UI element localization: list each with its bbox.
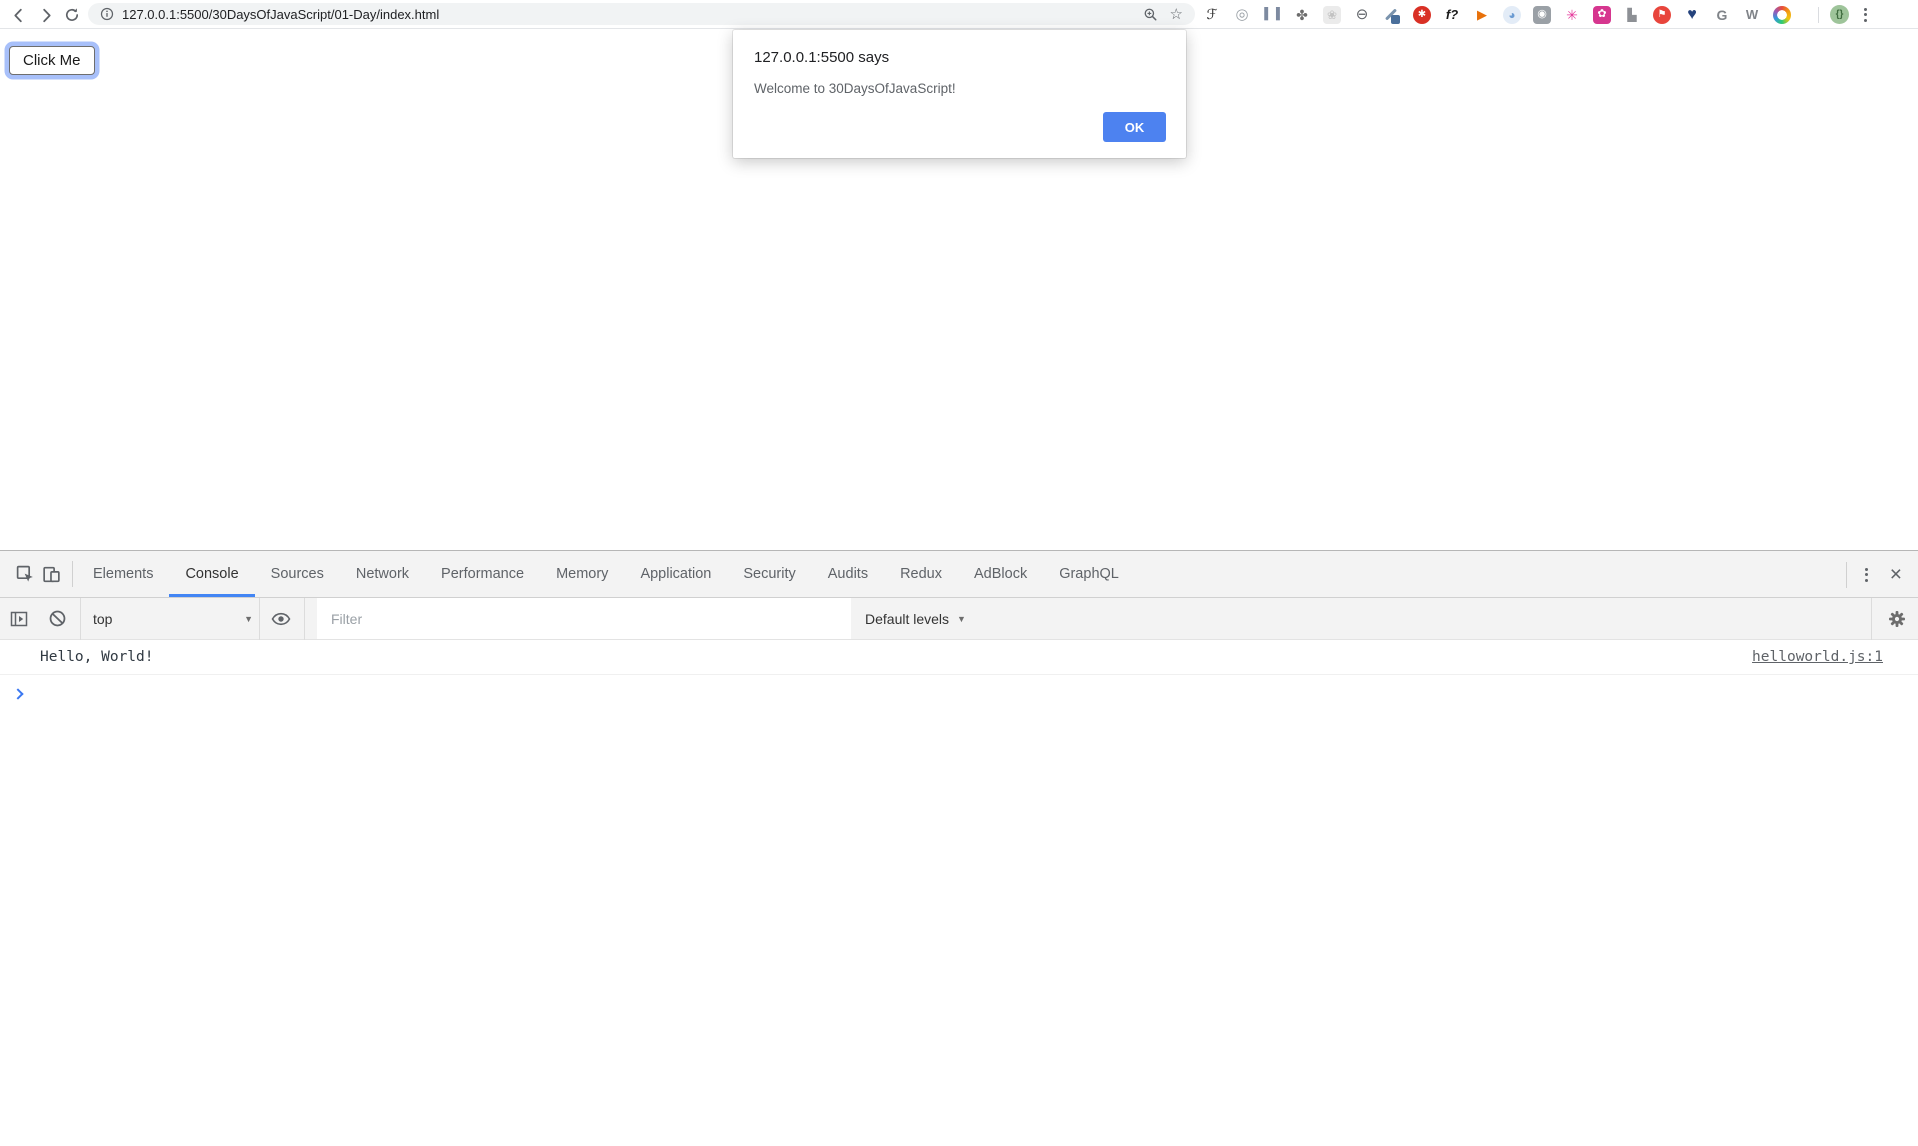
chevron-down-icon: ▼ — [244, 614, 259, 624]
tab-graphql[interactable]: GraphQL — [1043, 551, 1135, 597]
back-button[interactable] — [6, 3, 30, 27]
gear-icon — [1887, 609, 1907, 629]
reload-button[interactable] — [60, 3, 84, 27]
toolbar-separator — [80, 598, 81, 640]
devtools-menu-kebab-icon[interactable] — [1861, 564, 1872, 586]
lens-extension-icon[interactable]: ◎ — [1233, 6, 1251, 24]
wave-ring-extension-icon[interactable]: W — [1743, 6, 1761, 24]
tab-redux[interactable]: Redux — [884, 551, 958, 597]
console-filter-input[interactable] — [317, 598, 851, 639]
profile-area: {} — [1818, 0, 1871, 29]
inspect-element-button[interactable] — [12, 561, 38, 587]
log-levels-label: Default levels — [865, 611, 949, 627]
g-ring-extension-icon[interactable]: G — [1713, 6, 1731, 24]
address-bar[interactable]: 127.0.0.1:5500/30DaysOfJavaScript/01-Day… — [88, 3, 1195, 25]
paren-circle-extension-icon[interactable]: ⊖ — [1353, 6, 1371, 24]
rainbow-ring-extension-icon[interactable] — [1773, 6, 1791, 24]
browser-toolbar: 127.0.0.1:5500/30DaysOfJavaScript/01-Day… — [0, 0, 1918, 29]
filter-field-region — [317, 598, 851, 639]
bookmark-star-icon[interactable]: ☆ — [1170, 7, 1183, 22]
devtools-close-icon[interactable]: × — [1886, 564, 1906, 585]
sidebar-play-icon — [9, 609, 29, 629]
flower-grid-extension-icon[interactable]: ❀ — [1323, 6, 1341, 24]
click-me-button[interactable]: Click Me — [9, 46, 95, 75]
tab-adblock[interactable]: AdBlock — [958, 551, 1043, 597]
reload-icon — [64, 7, 80, 23]
toolbar-separator — [1818, 7, 1819, 23]
tab-audits[interactable]: Audits — [812, 551, 884, 597]
tab-security[interactable]: Security — [727, 551, 811, 597]
extensions-row: ℱ ◎ ▌▐ ✤ ❀ ⊖ ✱ f? ▶ ◕ ◉ ✳ ✿ ▙ ⚑ ♥ GW — [1203, 0, 1791, 29]
profile-avatar[interactable]: {} — [1830, 5, 1849, 24]
forward-button[interactable] — [34, 3, 58, 27]
device-icon — [41, 564, 62, 585]
clear-console-button[interactable] — [44, 606, 70, 632]
back-icon — [10, 7, 27, 24]
f-question-extension-icon[interactable]: f? — [1443, 6, 1461, 24]
swirl-extension-icon[interactable]: ◕ — [1503, 6, 1521, 24]
toolbar-separator — [259, 598, 260, 640]
eye-icon — [271, 612, 291, 626]
context-label: top — [93, 611, 112, 627]
stop-hand-extension-icon[interactable]: ✱ — [1413, 6, 1431, 24]
toolbar-separator — [304, 598, 305, 640]
url-text[interactable]: 127.0.0.1:5500/30DaysOfJavaScript/01-Day… — [122, 7, 1143, 22]
info-icon[interactable] — [100, 7, 114, 21]
tab-application[interactable]: Application — [624, 551, 727, 597]
tabbar-separator — [72, 561, 73, 587]
bug-extension-icon[interactable]: ✤ — [1293, 6, 1311, 24]
devtools-tabs: Elements Console Sources Network Perform… — [77, 551, 1135, 597]
bookmark-extension-icon[interactable]: ⚑ — [1653, 6, 1671, 24]
inspect-cursor-icon — [15, 564, 36, 585]
console-message-text: Hello, World! — [40, 649, 154, 665]
tab-network[interactable]: Network — [340, 551, 425, 597]
alert-dialog: 127.0.0.1:5500 says Welcome to 30DaysOfJ… — [733, 30, 1186, 158]
alert-message: Welcome to 30DaysOfJavaScript! — [754, 81, 1162, 96]
tab-performance[interactable]: Performance — [425, 551, 540, 597]
alert-ok-button[interactable]: OK — [1103, 112, 1166, 142]
prompt-chevron-icon — [12, 688, 23, 699]
megaphone-extension-icon[interactable]: ▶ — [1473, 6, 1491, 24]
block-icon — [48, 609, 67, 628]
script-f-extension-icon[interactable]: ℱ — [1203, 6, 1221, 24]
atom-extension-icon[interactable]: ✳ — [1563, 6, 1581, 24]
tab-elements[interactable]: Elements — [77, 551, 169, 597]
forward-icon — [38, 7, 55, 24]
tab-sources[interactable]: Sources — [255, 551, 340, 597]
corner-blocks-extension-icon[interactable]: ▙ — [1623, 6, 1641, 24]
devtools-panel: Elements Console Sources Network Perform… — [0, 550, 1918, 1146]
console-message-row: Hello, World! helloworld.js:1 — [0, 640, 1918, 675]
live-expression-button[interactable] — [268, 606, 294, 632]
color-picker-extension-icon[interactable] — [1383, 6, 1401, 24]
tabbar-right-separator — [1846, 562, 1847, 588]
tab-memory[interactable]: Memory — [540, 551, 624, 597]
log-levels-select[interactable]: Default levels ▼ — [865, 611, 972, 627]
browser-menu-kebab-icon[interactable] — [1860, 4, 1871, 26]
javascript-context-select[interactable]: top ▼ — [93, 611, 259, 627]
console-sidebar-toggle[interactable] — [6, 606, 32, 632]
camera-extension-icon[interactable]: ◉ — [1533, 6, 1551, 24]
zoom-magnifier-icon[interactable] — [1143, 7, 1158, 22]
toolbar-separator — [1871, 598, 1872, 640]
devtools-tabbar: Elements Console Sources Network Perform… — [0, 551, 1918, 598]
tab-console[interactable]: Console — [169, 551, 254, 597]
gear-square-extension-icon[interactable]: ✿ — [1593, 6, 1611, 24]
console-source-link[interactable]: helloworld.js:1 — [1752, 649, 1883, 665]
device-toolbar-button[interactable] — [38, 561, 64, 587]
heart-search-extension-icon[interactable]: ♥ — [1683, 6, 1701, 24]
console-settings-button[interactable] — [1884, 606, 1910, 632]
panels-extension-icon[interactable]: ▌▐ — [1263, 6, 1281, 24]
alert-title: 127.0.0.1:5500 says — [754, 49, 1162, 66]
console-toolbar: top ▼ Default levels ▼ — [0, 598, 1918, 640]
console-prompt-row[interactable] — [0, 675, 1918, 711]
chevron-down-icon: ▼ — [957, 614, 972, 624]
